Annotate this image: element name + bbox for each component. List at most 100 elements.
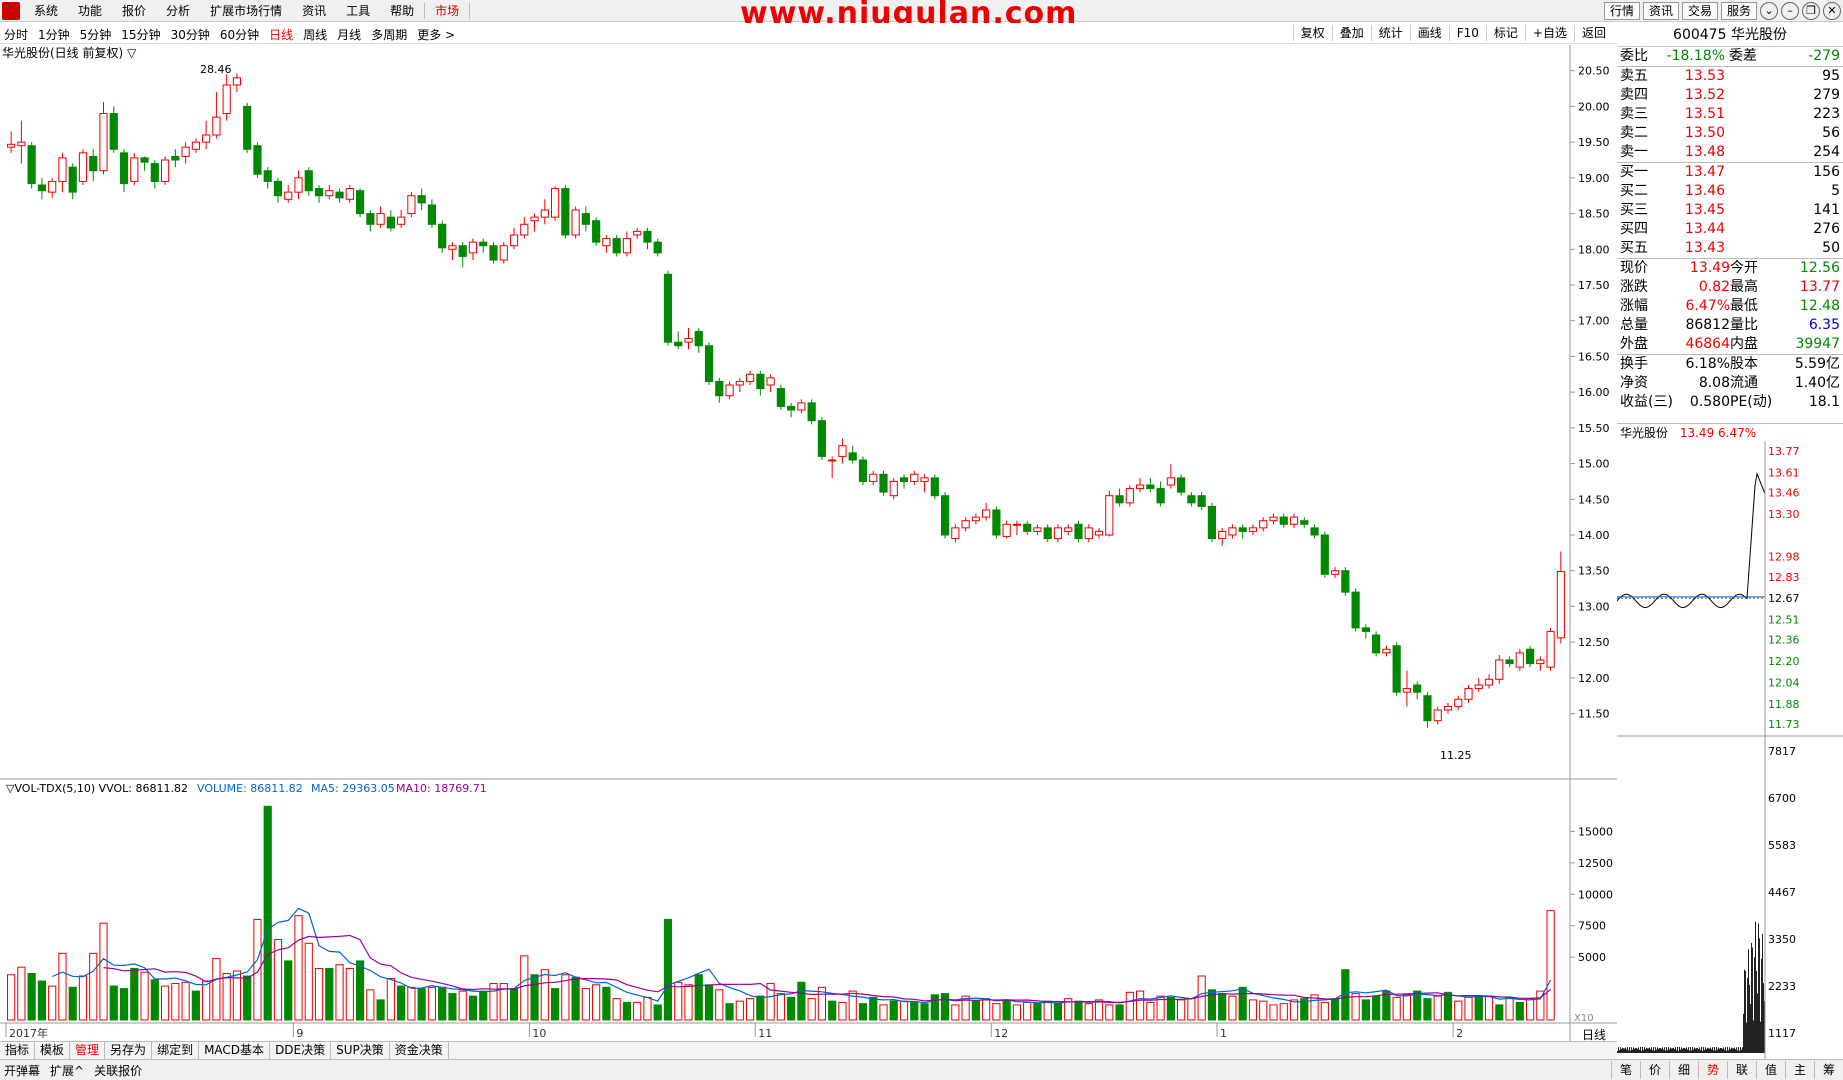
tool-add-watchlist[interactable]: +自选 — [1524, 25, 1574, 41]
order-book-row[interactable]: 卖三 13.51 223 — [1617, 105, 1843, 124]
tool-draw[interactable]: 画线 — [1409, 25, 1449, 41]
order-book-row[interactable]: 卖二 13.50 56 — [1617, 124, 1843, 143]
tab-bind-to[interactable]: 绑定到 — [152, 1042, 200, 1059]
candle-body — [899, 477, 909, 482]
candle-body — [468, 241, 478, 254]
toggle-related-quotes[interactable]: 关联报价 — [94, 1062, 142, 1079]
btn-service[interactable]: 服务 — [1720, 2, 1757, 20]
period-intraday[interactable]: 分时 — [4, 26, 28, 43]
candle-body — [653, 241, 662, 254]
toggle-danmaku[interactable]: 开弹幕 — [4, 1062, 40, 1079]
candle-body — [550, 188, 560, 218]
menu-function[interactable]: 功能 — [68, 3, 112, 19]
level-price: 13.47 — [1684, 164, 1725, 180]
tab-sup[interactable]: SUP决策 — [331, 1042, 390, 1059]
tool-back[interactable]: 返回 — [1573, 25, 1613, 41]
period-monthly[interactable]: 月线 — [337, 26, 361, 43]
close-icon[interactable]: ✕ — [1823, 2, 1841, 20]
price-tick-label: 15.00 — [1578, 458, 1610, 471]
candle-body — [612, 238, 621, 254]
tab-indicator[interactable]: 指标 — [0, 1042, 36, 1059]
volume-bar — [181, 981, 190, 1021]
tool-f10[interactable]: F10 — [1448, 25, 1486, 41]
tool-mark[interactable]: 标记 — [1485, 25, 1525, 41]
quote-label: 最高 — [1730, 279, 1758, 295]
order-book-row[interactable]: 卖一 13.48 254 — [1617, 143, 1843, 162]
view-chips[interactable]: 筹 — [1814, 1061, 1843, 1079]
period-multi[interactable]: 多周期 — [371, 26, 407, 43]
period-30min[interactable]: 30分钟 — [171, 26, 210, 43]
volume-bar — [417, 988, 426, 1021]
period-weekly[interactable]: 周线 — [303, 26, 327, 43]
candle-body — [1023, 523, 1032, 532]
chart-area[interactable]: 华光股份(日线 前复权) ▽ 28.46 11.25 ▽VOL-TDX(5,10… — [0, 45, 1617, 1045]
volume-bar — [930, 994, 939, 1021]
period-15min[interactable]: 15分钟 — [121, 26, 160, 43]
view-price[interactable]: 价 — [1640, 1061, 1669, 1079]
volume-bar — [212, 957, 221, 1021]
tab-fund[interactable]: 资金决策 — [390, 1042, 449, 1059]
menu-system[interactable]: 系统 — [24, 3, 68, 19]
top-right-controls: 行情 资讯 交易 服务 ⌄ – ❐ ✕ — [1601, 2, 1841, 20]
period-1min[interactable]: 1分钟 — [38, 26, 70, 43]
menu-analysis[interactable]: 分析 — [156, 3, 200, 19]
volume-bar — [869, 996, 878, 1021]
kline-chart[interactable]: 华光股份(日线 前复权) ▽ 28.46 11.25 ▽VOL-TDX(5,10… — [0, 45, 1617, 1041]
volume-bar — [222, 972, 231, 1021]
order-book-row[interactable]: 买五 13.43 50 — [1617, 239, 1843, 258]
period-more[interactable]: 更多 > — [417, 26, 455, 43]
order-book-row[interactable]: 买二 13.46 5 — [1617, 182, 1843, 201]
quote-value: 86812 — [1685, 317, 1730, 333]
view-value[interactable]: 值 — [1756, 1061, 1785, 1079]
volume-bar — [294, 915, 303, 1021]
period-60min[interactable]: 60分钟 — [220, 26, 259, 43]
date-label: 2 — [1456, 1027, 1463, 1040]
volume-bars — [7, 805, 1555, 1021]
tab-macd[interactable]: MACD基本 — [199, 1042, 271, 1059]
tool-overlay[interactable]: 叠加 — [1331, 25, 1371, 41]
order-book-row[interactable]: 卖四 13.52 279 — [1617, 86, 1843, 105]
order-book-row[interactable]: 买三 13.45 141 — [1617, 201, 1843, 220]
period-daily[interactable]: 日线 — [269, 26, 293, 43]
volume-bar — [1135, 990, 1145, 1021]
menu-quote[interactable]: 报价 — [112, 3, 156, 19]
menu-extended-market[interactable]: 扩展市场行情 — [200, 3, 292, 19]
volume-bar — [509, 988, 519, 1021]
candle-body — [694, 330, 703, 347]
quote-value: 18.1 — [1808, 394, 1840, 410]
tab-manage[interactable]: 管理 — [70, 1042, 106, 1059]
view-trend[interactable]: 势 — [1698, 1061, 1727, 1079]
view-main[interactable]: 主 — [1785, 1061, 1814, 1079]
menu-help[interactable]: 帮助 — [380, 3, 424, 19]
order-book-row[interactable]: 买四 13.44 276 — [1617, 220, 1843, 239]
btn-news[interactable]: 资讯 — [1642, 2, 1679, 20]
view-trades[interactable]: 笔 — [1611, 1061, 1640, 1079]
menu-tools[interactable]: 工具 — [336, 3, 380, 19]
order-book-row[interactable]: 买一 13.47 156 — [1617, 163, 1843, 182]
intraday-mini-chart[interactable]: 13.77 13.61 13.46 13.30 12.98 12.83 12.67 12.51… — [1617, 441, 1843, 1059]
restore-icon[interactable]: ❐ — [1802, 2, 1820, 20]
tab-template[interactable]: 模板 — [35, 1042, 71, 1059]
btn-trade[interactable]: 交易 — [1681, 2, 1718, 20]
price-tick-label: 18.00 — [1578, 243, 1610, 256]
tab-save-as[interactable]: 另存为 — [105, 1042, 153, 1059]
view-related[interactable]: 联 — [1727, 1061, 1756, 1079]
period-5min[interactable]: 5分钟 — [80, 26, 112, 43]
tool-stats[interactable]: 统计 — [1370, 25, 1410, 41]
order-book-row[interactable]: 卖五 13.53 95 — [1617, 67, 1843, 86]
candle-body — [817, 420, 827, 457]
minimize-icon[interactable]: – — [1781, 2, 1799, 20]
level-label: 卖五 — [1620, 68, 1648, 84]
menu-market[interactable]: 市场 — [424, 3, 471, 19]
view-detail[interactable]: 细 — [1669, 1061, 1698, 1079]
chevron-down-icon[interactable]: ⌄ — [1760, 2, 1778, 20]
candle-body — [397, 216, 406, 225]
toggle-extend[interactable]: 扩展^ — [50, 1062, 84, 1079]
tab-dde[interactable]: DDE决策 — [270, 1042, 332, 1059]
menu-news[interactable]: 资讯 — [292, 3, 336, 19]
mini-price-tick: 12.20 — [1768, 655, 1800, 668]
tool-adjust[interactable]: 复权 — [1292, 25, 1332, 41]
volume-bar — [1187, 998, 1196, 1021]
volume-bar — [99, 922, 108, 1021]
btn-quotes[interactable]: 行情 — [1603, 2, 1640, 20]
